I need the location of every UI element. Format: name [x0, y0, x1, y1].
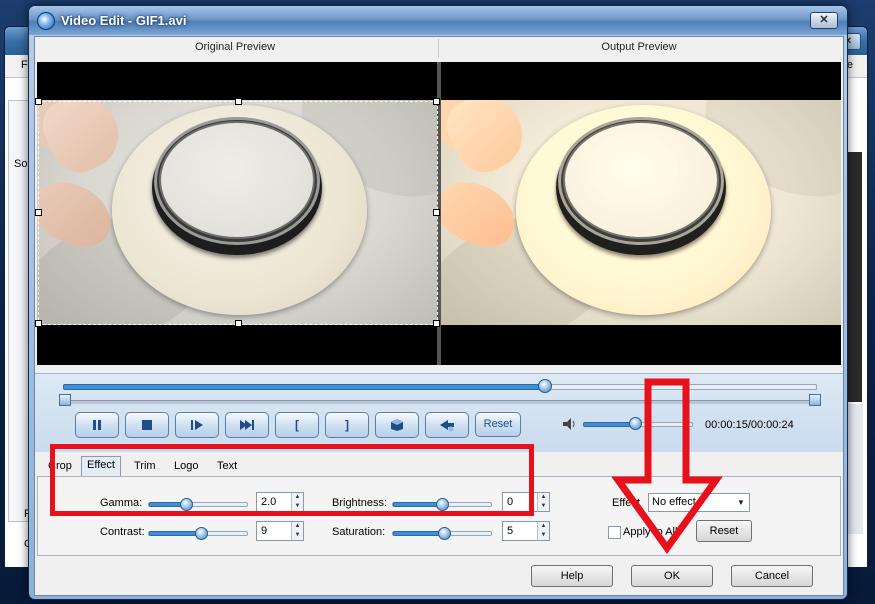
play-step-icon [191, 420, 203, 430]
dialog-title: Video Edit - GIF1.avi [61, 13, 187, 28]
saturation-stepper[interactable]: 5 ▲ ▼ [502, 521, 550, 541]
stop-button[interactable] [125, 412, 169, 438]
dialog-titlebar[interactable]: Video Edit - GIF1.avi ✕ [29, 6, 847, 35]
app-logo-icon [37, 12, 55, 30]
clip-add-icon [440, 420, 454, 432]
dialog-close-button[interactable]: ✕ [810, 12, 838, 29]
stepper-arrows-icon[interactable]: ▲ ▼ [537, 493, 549, 511]
saturation-label: Saturation: [332, 526, 386, 538]
set-end-bracket-button[interactable]: ] [325, 412, 369, 438]
crop-selection-rectangle[interactable] [35, 98, 440, 327]
output-preview-pane [441, 62, 841, 365]
seek-slider-thumb[interactable] [538, 379, 552, 393]
contrast-stepper[interactable]: 9 ▲ ▼ [256, 521, 304, 541]
playback-reset-button[interactable]: Reset [475, 412, 521, 437]
output-preview-label: Output Preview [601, 41, 677, 53]
pause-button[interactable] [75, 412, 119, 438]
contrast-slider[interactable] [148, 527, 248, 540]
saturation-slider[interactable] [392, 527, 492, 540]
crop-handle-left[interactable] [35, 209, 42, 216]
saturation-value[interactable]: 5 [507, 525, 513, 537]
cancel-button[interactable]: Cancel [731, 565, 813, 587]
original-preview-label: Original Preview [194, 41, 276, 53]
crop-handle-top[interactable] [235, 98, 242, 105]
stepper-arrows-icon[interactable]: ▲ ▼ [291, 522, 303, 540]
next-frame-button[interactable] [175, 412, 219, 438]
stepper-arrows-icon[interactable]: ▲ ▼ [537, 522, 549, 540]
contrast-slider-thumb[interactable] [195, 527, 208, 540]
contrast-value[interactable]: 9 [261, 525, 267, 537]
output-video-frame [441, 100, 841, 325]
bracket-open-icon: [ [295, 418, 299, 432]
snapshot-button[interactable] [375, 412, 419, 438]
annotation-highlight-box [50, 444, 534, 516]
background-label-source: So [14, 158, 28, 170]
trim-end-marker[interactable] [809, 394, 821, 406]
contrast-label: Contrast: [100, 526, 145, 538]
pause-icon [93, 420, 101, 430]
trim-start-marker[interactable] [59, 394, 71, 406]
skip-forward-icon [240, 420, 254, 430]
crop-handle-bottom-right[interactable] [433, 320, 440, 327]
crop-handle-right[interactable] [433, 209, 440, 216]
ok-button[interactable]: OK [631, 565, 713, 587]
bracket-close-icon: ] [345, 418, 349, 432]
annotation-arrow-down-icon [611, 378, 723, 554]
volume-icon [563, 418, 575, 430]
crop-handle-bottom[interactable] [235, 320, 242, 327]
help-button[interactable]: Help [531, 565, 613, 587]
crop-handle-top-right[interactable] [433, 98, 440, 105]
set-start-bracket-button[interactable]: [ [275, 412, 319, 438]
add-clip-button[interactable] [425, 412, 469, 438]
crop-handle-bottom-left[interactable] [35, 320, 42, 327]
stop-icon [142, 420, 152, 430]
saturation-slider-thumb[interactable] [438, 527, 451, 540]
cube-icon [391, 419, 403, 431]
crop-handle-top-left[interactable] [35, 98, 42, 105]
skip-end-button[interactable] [225, 412, 269, 438]
